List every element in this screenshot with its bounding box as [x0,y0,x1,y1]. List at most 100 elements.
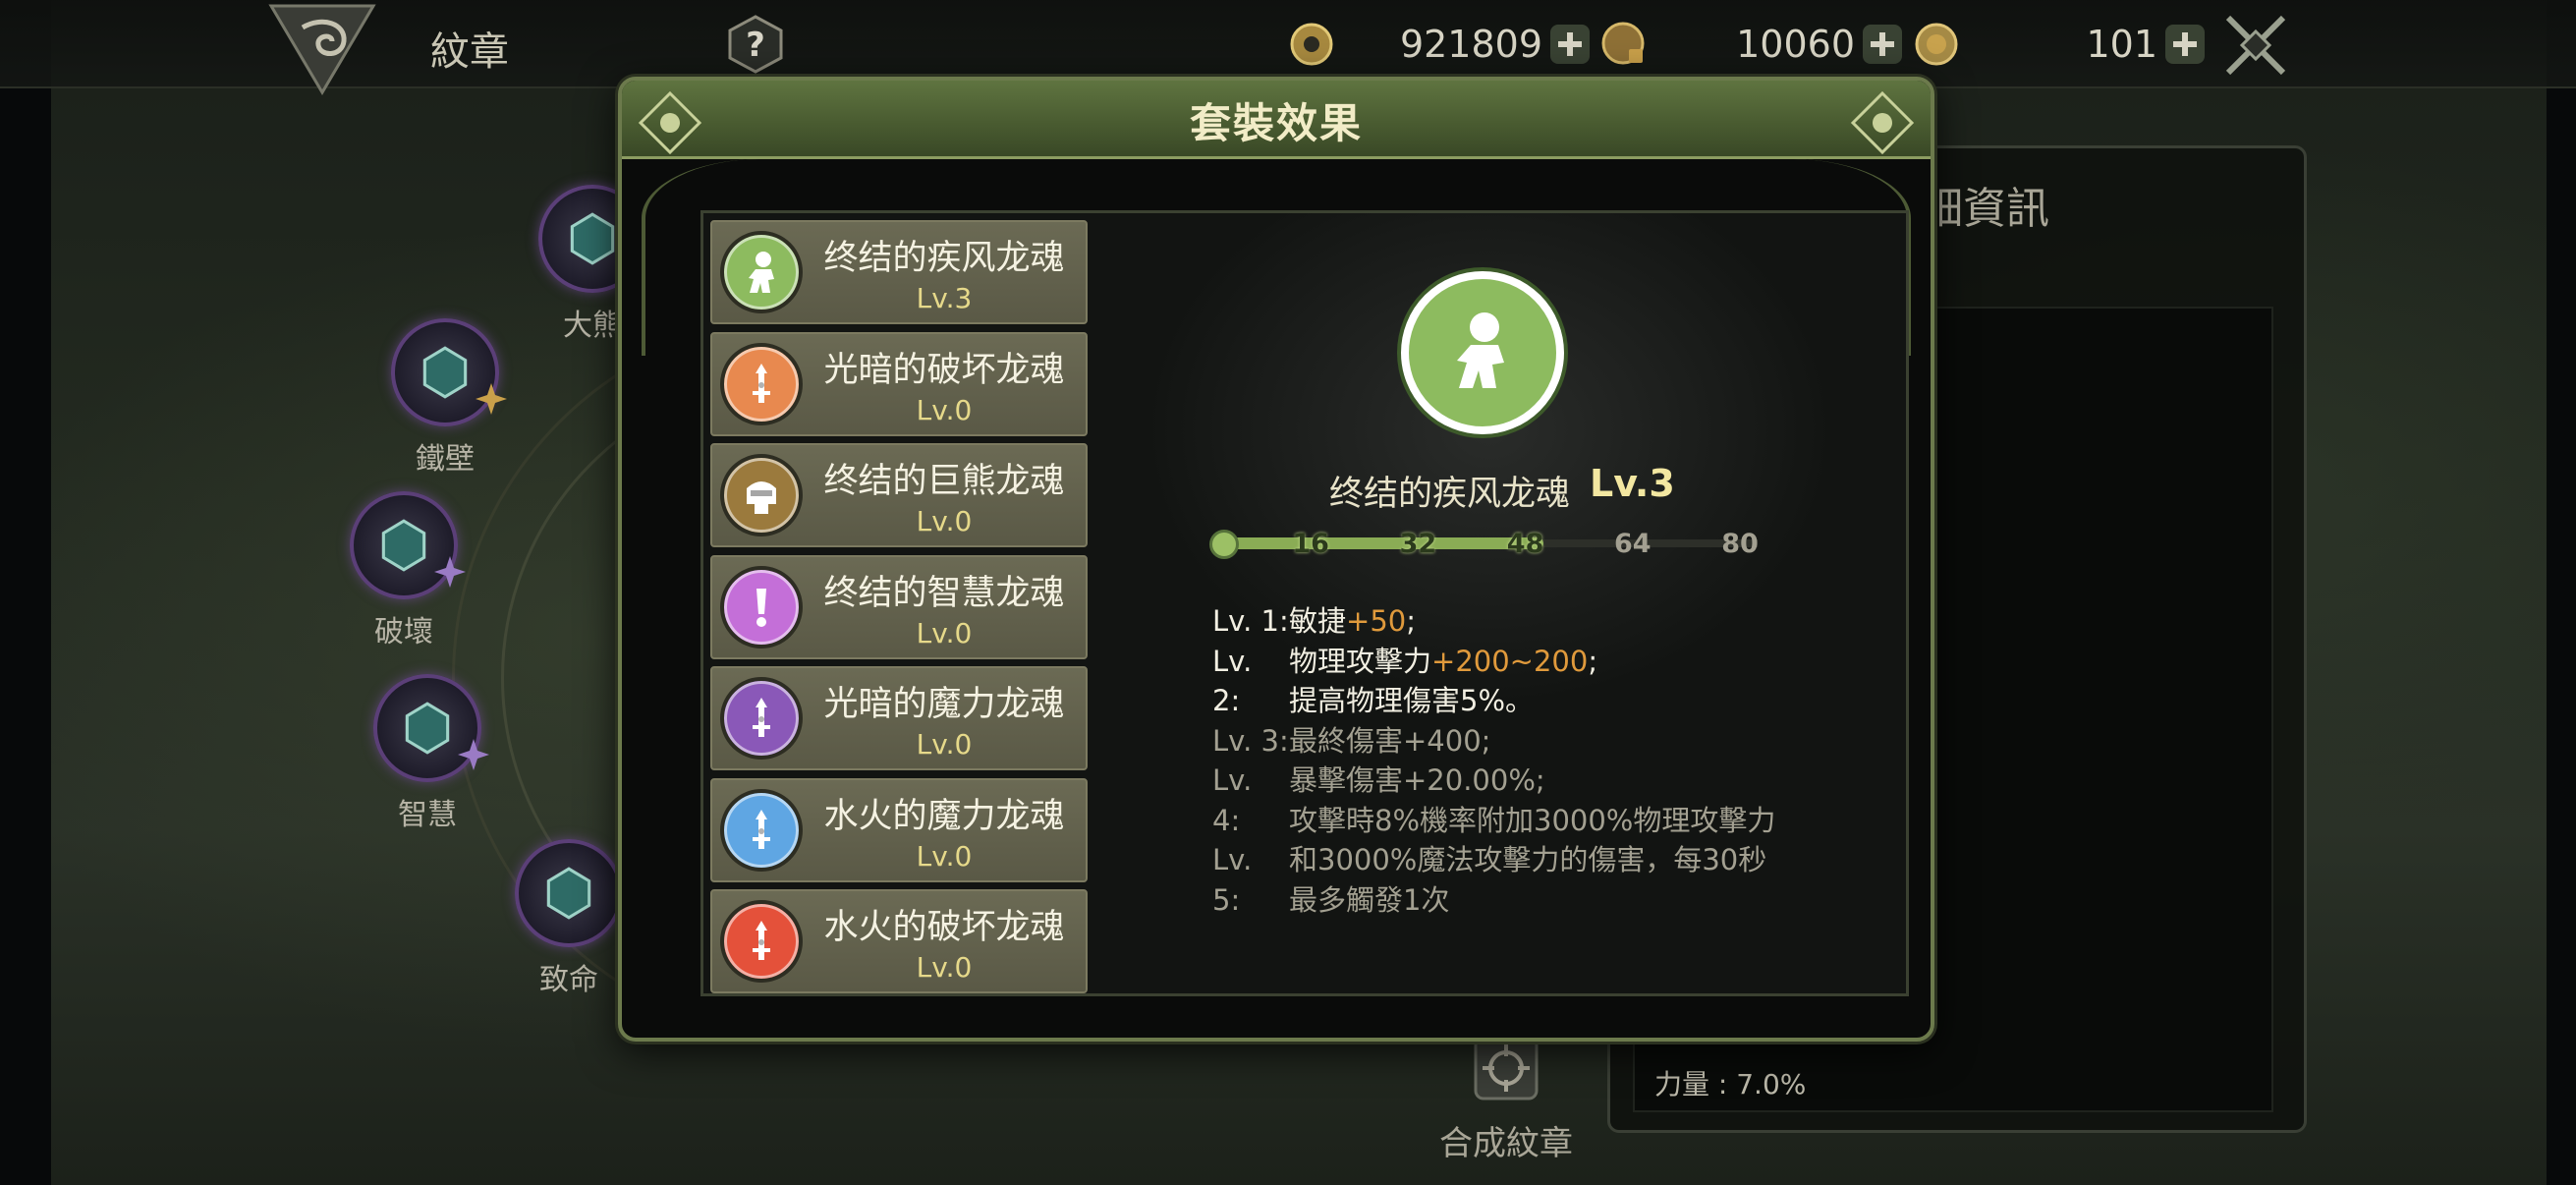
effect-line: 4: 攻擊時8%機率附加3000%物理攻擊力 [1212,801,1775,840]
crest-node-label: 破壞 [374,615,433,649]
sword-icon [753,698,770,737]
effect-text: 暴擊傷害+20.00%; [1289,763,1545,797]
star-icon [458,739,489,770]
soul-level: Lv.0 [916,616,973,649]
selected-soul-name: 终结的疾风龙魂 [1329,475,1571,514]
modal-title: 套裝效果 [1189,99,1363,147]
effect-text: 和3000%魔法攻擊力的傷害，每30秒 [1289,843,1767,876]
soul-name: 水火的破坏龙魂 [823,908,1065,947]
soul-list-item[interactable]: 终结的疾风龙魂 Lv.3 [710,220,1088,324]
effect-line: Lv. 3:最終傷害+400; [1212,721,1490,761]
progress-tick-label: 64 [1614,529,1652,559]
help-button[interactable]: ? [725,14,786,75]
left-border [0,0,51,1185]
resource-locked-coin: 10060 [1599,14,1904,75]
sword-icon [753,809,770,849]
page-title: 紋章 [430,29,509,75]
crest-node-wall[interactable]: 鐵壁 [391,318,507,478]
soul-badge [720,454,803,536]
add-locked-coin-button[interactable] [1861,23,1904,66]
gem-coin-icon [1915,23,1958,66]
soul-name: 终结的疾风龙魂 [823,239,1065,278]
effect-value: +200~200 [1431,644,1589,678]
soul-badge [720,677,803,760]
effect-line: 2: 提高物理傷害5%。 [1212,681,1534,720]
runner-icon [1457,312,1504,388]
crest-node-fatal[interactable]: 致命 [515,839,623,998]
soul-badge [720,788,803,872]
add-gold-button[interactable] [1548,23,1592,66]
effect-level-label: Lv. [1212,843,1253,876]
corner-ornament-icon [1850,90,1915,155]
progress-tick-label: 16 [1292,529,1329,559]
soul-name: 光暗的破坏龙魂 [823,350,1065,390]
effect-text: 最終傷害+400; [1289,723,1491,758]
resource-value: 101 [2086,23,2157,66]
soul-list-item[interactable]: 光暗的破坏龙魂 Lv.0 [710,331,1088,436]
effect-level-label: Lv. 1: [1212,604,1289,638]
effect-text: ; [1588,644,1598,678]
help-glyph: ? [746,26,765,65]
soul-list-item[interactable]: 终结的巨熊龙魂 Lv.0 [710,443,1088,547]
effect-text: 提高物理傷害5%。 [1289,684,1535,717]
synthesize-crest-button[interactable]: 合成紋章 [1432,1030,1580,1164]
effect-level-label: 4: [1212,803,1241,837]
soul-badge [720,342,803,425]
synthesize-label: 合成紋章 [1439,1124,1573,1163]
effect-value: +50 [1346,604,1407,638]
crest-node-destroy[interactable]: 破壞 [350,491,466,650]
soul-badge [720,900,803,983]
resource-gold: 921809 [1287,14,1592,75]
runner-icon [749,252,774,293]
soul-name: 终结的巨熊龙魂 [823,462,1065,501]
soul-level: Lv.0 [916,505,973,537]
soul-level: Lv.0 [916,393,973,426]
soul-list-item[interactable]: 光暗的魔力龙魂 Lv.0 [710,666,1088,770]
close-icon[interactable] [2222,12,2289,79]
crest-node-label: 鐵壁 [416,442,475,477]
resource-value: 10060 [1736,23,1855,66]
effect-line: Lv. 和3000%魔法攻擊力的傷害，每30秒 [1212,840,1766,879]
soul-list-item[interactable]: 水火的魔力龙魂 Lv.0 [710,777,1088,882]
soul-level: Lv.0 [916,728,973,761]
soul-level: Lv.3 [916,282,973,314]
crest-node-wisdom[interactable]: 智慧 [373,674,489,833]
gold-coin-icon [1290,23,1333,66]
effect-level-label: Lv. 3: [1212,723,1289,758]
soul-text: 终结的巨熊龙魂 Lv.0 [803,453,1086,537]
locked-coin-icon [1601,22,1645,65]
effect-line: 5: 最多觸發1次 [1212,880,1449,920]
right-border [2547,0,2576,1185]
crest-icon [515,839,623,947]
effect-text: ; [1406,604,1416,638]
resource-value: 921809 [1399,23,1542,66]
set-effect-modal: 套裝效果 终结的疾风龙魂 Lv.3 光暗的破坏龙魂 Lv.0 终结的巨熊龙魂 Lv.0 终结… [618,77,1934,1042]
selected-soul-badge [1401,271,1564,434]
effect-level-label: 2: [1212,684,1241,717]
resource-gem-coin: 101 [1912,14,2207,75]
effect-level-label: 5: [1212,882,1241,917]
soul-badge [720,565,803,649]
soul-text: 水火的破坏龙魂 Lv.0 [803,899,1086,984]
effect-line: Lv. 暴擊傷害+20.00%; [1212,761,1545,800]
helmet-icon [747,481,776,514]
soul-name: 光暗的魔力龙魂 [823,685,1065,724]
effect-text: 最多觸發1次 [1289,882,1450,917]
soul-list-item[interactable]: 终结的智慧龙魂 Lv.0 [710,554,1088,659]
level-progress-start-knob [1209,530,1239,559]
effect-text: 攻擊時8%機率附加3000%物理攻擊力 [1289,803,1776,837]
soul-list-item[interactable]: 水火的破坏龙魂 Lv.0 [710,889,1088,993]
soul-text: 光暗的破坏龙魂 Lv.0 [803,342,1086,426]
effect-text: 敏捷 [1289,604,1347,638]
soul-text: 终结的智慧龙魂 Lv.0 [803,565,1086,649]
modal-header: 套裝效果 [622,81,1931,159]
soul-name: 终结的智慧龙魂 [823,573,1065,613]
crest-node-label: 致命 [539,963,598,997]
selected-soul-level: Lv.3 [1590,462,1675,505]
soul-text: 光暗的魔力龙魂 Lv.0 [803,676,1086,761]
detail-stat: 力量 : 7.0% [1654,1068,1807,1100]
exclamation-icon [756,588,766,627]
effect-level-label: Lv. [1212,644,1253,678]
soul-level: Lv.0 [916,951,973,984]
add-gem-coin-button[interactable] [2163,23,2207,66]
